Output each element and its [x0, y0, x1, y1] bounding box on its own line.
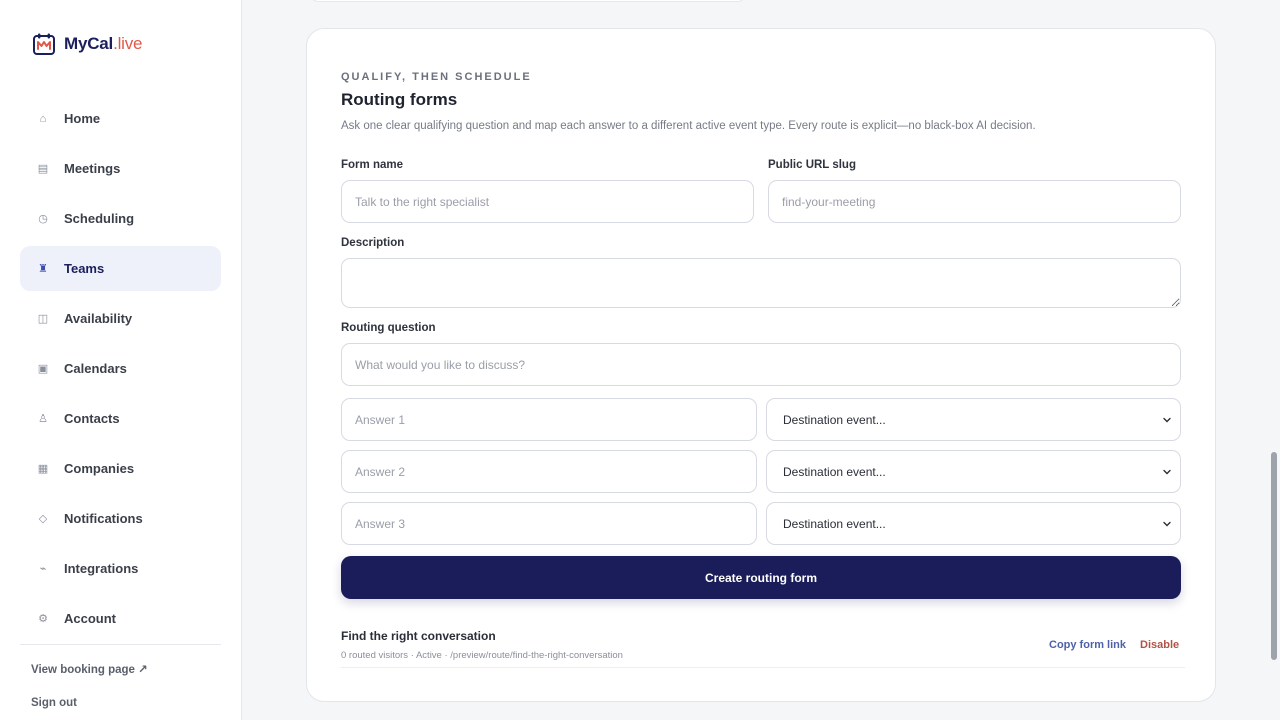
sidebar-item-label: Teams	[64, 261, 105, 276]
sidebar-item-label: Meetings	[64, 161, 121, 176]
sidebar-item-teams[interactable]: ♜ Teams	[20, 246, 221, 291]
sidebar-item-contacts[interactable]: ♙ Contacts	[20, 396, 221, 441]
previous-card-edge	[308, 0, 748, 2]
sidebar-item-label: Calendars	[64, 361, 127, 376]
form-name-input[interactable]	[341, 180, 754, 223]
sidebar-item-label: Scheduling	[64, 211, 135, 226]
sidebar-item-account[interactable]: ⚙ Account	[20, 596, 221, 641]
calendar-icon: ▣	[37, 363, 49, 375]
sign-out-link[interactable]: Sign out	[31, 697, 77, 709]
calendar-logo-icon	[33, 33, 55, 55]
routing-form-meta: 0 routed visitors · Active · /preview/ro…	[341, 650, 623, 661]
sidebar-item-label: Contacts	[64, 411, 120, 426]
routing-forms-card: QUALIFY, THEN SCHEDULE Routing forms Ask…	[306, 28, 1216, 702]
section-description: Ask one clear qualifying question and ma…	[341, 120, 1036, 132]
sidebar-item-label: Home	[64, 111, 101, 126]
sidebar-item-label: Availability	[64, 311, 133, 326]
brand-logo[interactable]: MyCal.live	[32, 32, 143, 56]
select-value: Destination event...	[783, 412, 886, 427]
home-icon: ⌂	[39, 112, 47, 125]
url-slug-label: Public URL slug	[768, 159, 856, 171]
sidebar-item-label: Companies	[64, 461, 135, 476]
person-icon: ♙	[38, 413, 48, 425]
scrollbar-thumb[interactable]	[1271, 452, 1277, 660]
form-name-label: Form name	[341, 159, 403, 171]
gear-icon: ⚙	[38, 613, 48, 625]
section-eyebrow: QUALIFY, THEN SCHEDULE	[341, 71, 532, 83]
row-divider	[341, 667, 1185, 668]
team-icon: ♜	[38, 263, 48, 275]
routing-form-title: Find the right conversation	[341, 629, 496, 643]
brand-name: MyCal.live	[64, 34, 143, 53]
sidebar-item-calendars[interactable]: ▣ Calendars	[20, 346, 221, 391]
sidebar-item-scheduling[interactable]: ◷ Scheduling	[20, 196, 221, 241]
copy-form-link-button[interactable]: Copy form link	[1049, 639, 1126, 651]
destination-event-3-select[interactable]: Destination event...	[766, 502, 1181, 545]
select-value: Destination event...	[783, 464, 886, 479]
answer-3-input[interactable]	[341, 502, 757, 545]
clock-icon: ◷	[38, 213, 48, 225]
url-slug-input[interactable]	[768, 180, 1181, 223]
sidebar-nav: ⌂ Home ▤ Meetings ◷ Scheduling ♜ Teams ◫…	[20, 96, 221, 646]
select-value: Destination event...	[783, 516, 886, 531]
sidebar-item-label: Account	[64, 611, 116, 626]
plug-icon: ⌁	[39, 563, 47, 575]
sidebar-divider	[20, 644, 221, 645]
chevron-down-icon	[1163, 521, 1171, 526]
building-icon: ▦	[37, 463, 49, 475]
sidebar-item-availability[interactable]: ◫ Availability	[20, 296, 221, 341]
sidebar-item-label: Notifications	[64, 511, 143, 526]
destination-event-1-select[interactable]: Destination event...	[766, 398, 1181, 441]
sidebar-item-notifications[interactable]: ◇ Notifications	[20, 496, 221, 541]
sidebar-item-label: Integrations	[64, 561, 139, 576]
chevron-down-icon	[1163, 417, 1171, 422]
answer-2-input[interactable]	[341, 450, 757, 493]
answer-1-input[interactable]	[341, 398, 757, 441]
disable-form-button[interactable]: Disable	[1140, 639, 1179, 651]
routing-question-label: Routing question	[341, 322, 436, 334]
sidebar-item-integrations[interactable]: ⌁ Integrations	[20, 546, 221, 591]
description-textarea[interactable]	[341, 258, 1181, 308]
description-label: Description	[341, 237, 405, 249]
chevron-down-icon	[1163, 469, 1171, 474]
sidebar-item-meetings[interactable]: ▤ Meetings	[20, 146, 221, 191]
routing-question-input[interactable]	[341, 343, 1181, 386]
view-booking-page-link[interactable]: View booking page ↗	[31, 662, 148, 676]
list-icon: ▤	[37, 163, 49, 175]
diamond-icon: ◇	[38, 513, 48, 525]
sidebar-item-home[interactable]: ⌂ Home	[20, 96, 221, 141]
section-title: Routing forms	[341, 90, 458, 109]
create-routing-form-button[interactable]: Create routing form	[341, 556, 1181, 599]
sidebar-item-companies[interactable]: ▦ Companies	[20, 446, 221, 491]
availability-icon: ◫	[37, 313, 49, 325]
destination-event-2-select[interactable]: Destination event...	[766, 450, 1181, 493]
sidebar: MyCal.live ⌂ Home ▤ Meetings ◷ Schedulin…	[0, 0, 242, 720]
